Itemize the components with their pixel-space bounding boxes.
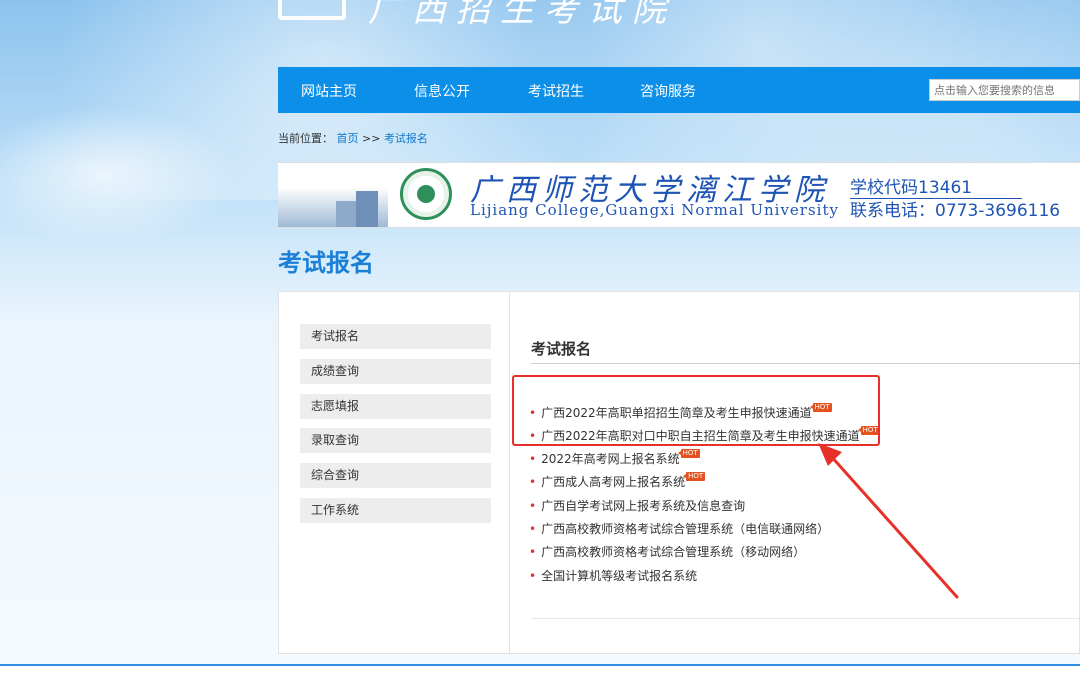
link-text[interactable]: 2022年高考网上报名系统 bbox=[541, 452, 680, 466]
contact-phone: 联系电话：0773-3696116 bbox=[850, 201, 1061, 221]
site-title[interactable]: 广西招生考试院 bbox=[368, 0, 676, 31]
list-item[interactable]: • 广西自学考试网上报考系统及信息查询 bbox=[529, 497, 745, 514]
list-item[interactable]: • 广西成人高考网上报名系统 HOT bbox=[529, 472, 706, 490]
nav-info-public[interactable]: 信息公开 bbox=[414, 81, 470, 101]
bullet-icon: • bbox=[529, 499, 537, 513]
link-text[interactable]: 广西自学考试网上报考系统及信息查询 bbox=[541, 499, 745, 513]
page-title: 考试报名 bbox=[278, 249, 374, 277]
breadcrumb-current[interactable]: 考试报名 bbox=[384, 132, 428, 145]
nav-home[interactable]: 网站主页 bbox=[301, 81, 357, 101]
hot-badge-icon: HOT bbox=[683, 472, 706, 481]
list-item[interactable]: • 广西高校教师资格考试综合管理系统（移动网络） bbox=[529, 543, 805, 560]
main-nav: 网站主页 信息公开 考试招生 咨询服务 bbox=[278, 67, 1080, 113]
college-name-en: Lijiang College,Guangxi Normal Universit… bbox=[470, 201, 839, 219]
highlight-box bbox=[512, 375, 880, 446]
footer bbox=[0, 666, 1080, 674]
campus-building-image bbox=[356, 191, 378, 227]
search-input[interactable] bbox=[929, 79, 1080, 101]
list-item[interactable]: • 2022年高考网上报名系统 HOT bbox=[529, 449, 700, 467]
site-logo-icon[interactable] bbox=[278, 0, 346, 20]
link-text[interactable]: 广西成人高考网上报名系统 bbox=[541, 475, 685, 489]
hot-badge-icon: HOT bbox=[677, 449, 700, 458]
sidebar: 考试报名 成绩查询 志愿填报 录取查询 综合查询 工作系统 bbox=[279, 292, 510, 653]
cloud-decoration bbox=[0, 95, 260, 255]
college-seal-icon bbox=[400, 168, 452, 220]
bullet-icon: • bbox=[529, 545, 537, 559]
bullet-icon: • bbox=[529, 475, 537, 489]
link-text[interactable]: 广西高校教师资格考试综合管理系统（电信联通网络） bbox=[541, 522, 829, 536]
sidebar-item-work-system[interactable]: 工作系统 bbox=[300, 498, 491, 523]
campus-building-image bbox=[336, 201, 356, 227]
breadcrumb: 当前位置： 首页 >> 考试报名 bbox=[278, 130, 428, 146]
college-banner[interactable]: 广西师范大学漓江学院 Lijiang College,Guangxi Norma… bbox=[278, 162, 1080, 228]
list-item[interactable]: • 广西高校教师资格考试综合管理系统（电信联通网络） bbox=[529, 520, 829, 537]
sidebar-item-exam-registration[interactable]: 考试报名 bbox=[300, 324, 491, 349]
nav-consult-service[interactable]: 咨询服务 bbox=[640, 81, 696, 101]
nav-exam-admission[interactable]: 考试招生 bbox=[528, 81, 584, 101]
content-panel: 考试报名 成绩查询 志愿填报 录取查询 综合查询 工作系统 考试报名 • 广西20… bbox=[278, 291, 1080, 654]
breadcrumb-separator: >> bbox=[362, 132, 384, 145]
bullet-icon: • bbox=[529, 452, 537, 466]
sidebar-item-admission-query[interactable]: 录取查询 bbox=[300, 428, 491, 453]
divider bbox=[531, 618, 1080, 619]
section-title: 考试报名 bbox=[531, 340, 592, 358]
breadcrumb-prefix: 当前位置： bbox=[278, 132, 333, 145]
breadcrumb-home-link[interactable]: 首页 bbox=[337, 132, 359, 145]
divider bbox=[531, 363, 1080, 364]
bullet-icon: • bbox=[529, 522, 537, 536]
list-item[interactable]: • 全国计算机等级考试报名系统 bbox=[529, 567, 697, 584]
sidebar-item-score-query[interactable]: 成绩查询 bbox=[300, 359, 491, 384]
sidebar-item-application[interactable]: 志愿填报 bbox=[300, 394, 491, 419]
bullet-icon: • bbox=[529, 569, 537, 583]
sidebar-item-general-query[interactable]: 综合查询 bbox=[300, 463, 491, 488]
link-text[interactable]: 全国计算机等级考试报名系统 bbox=[541, 569, 697, 583]
link-text[interactable]: 广西高校教师资格考试综合管理系统（移动网络） bbox=[541, 545, 805, 559]
